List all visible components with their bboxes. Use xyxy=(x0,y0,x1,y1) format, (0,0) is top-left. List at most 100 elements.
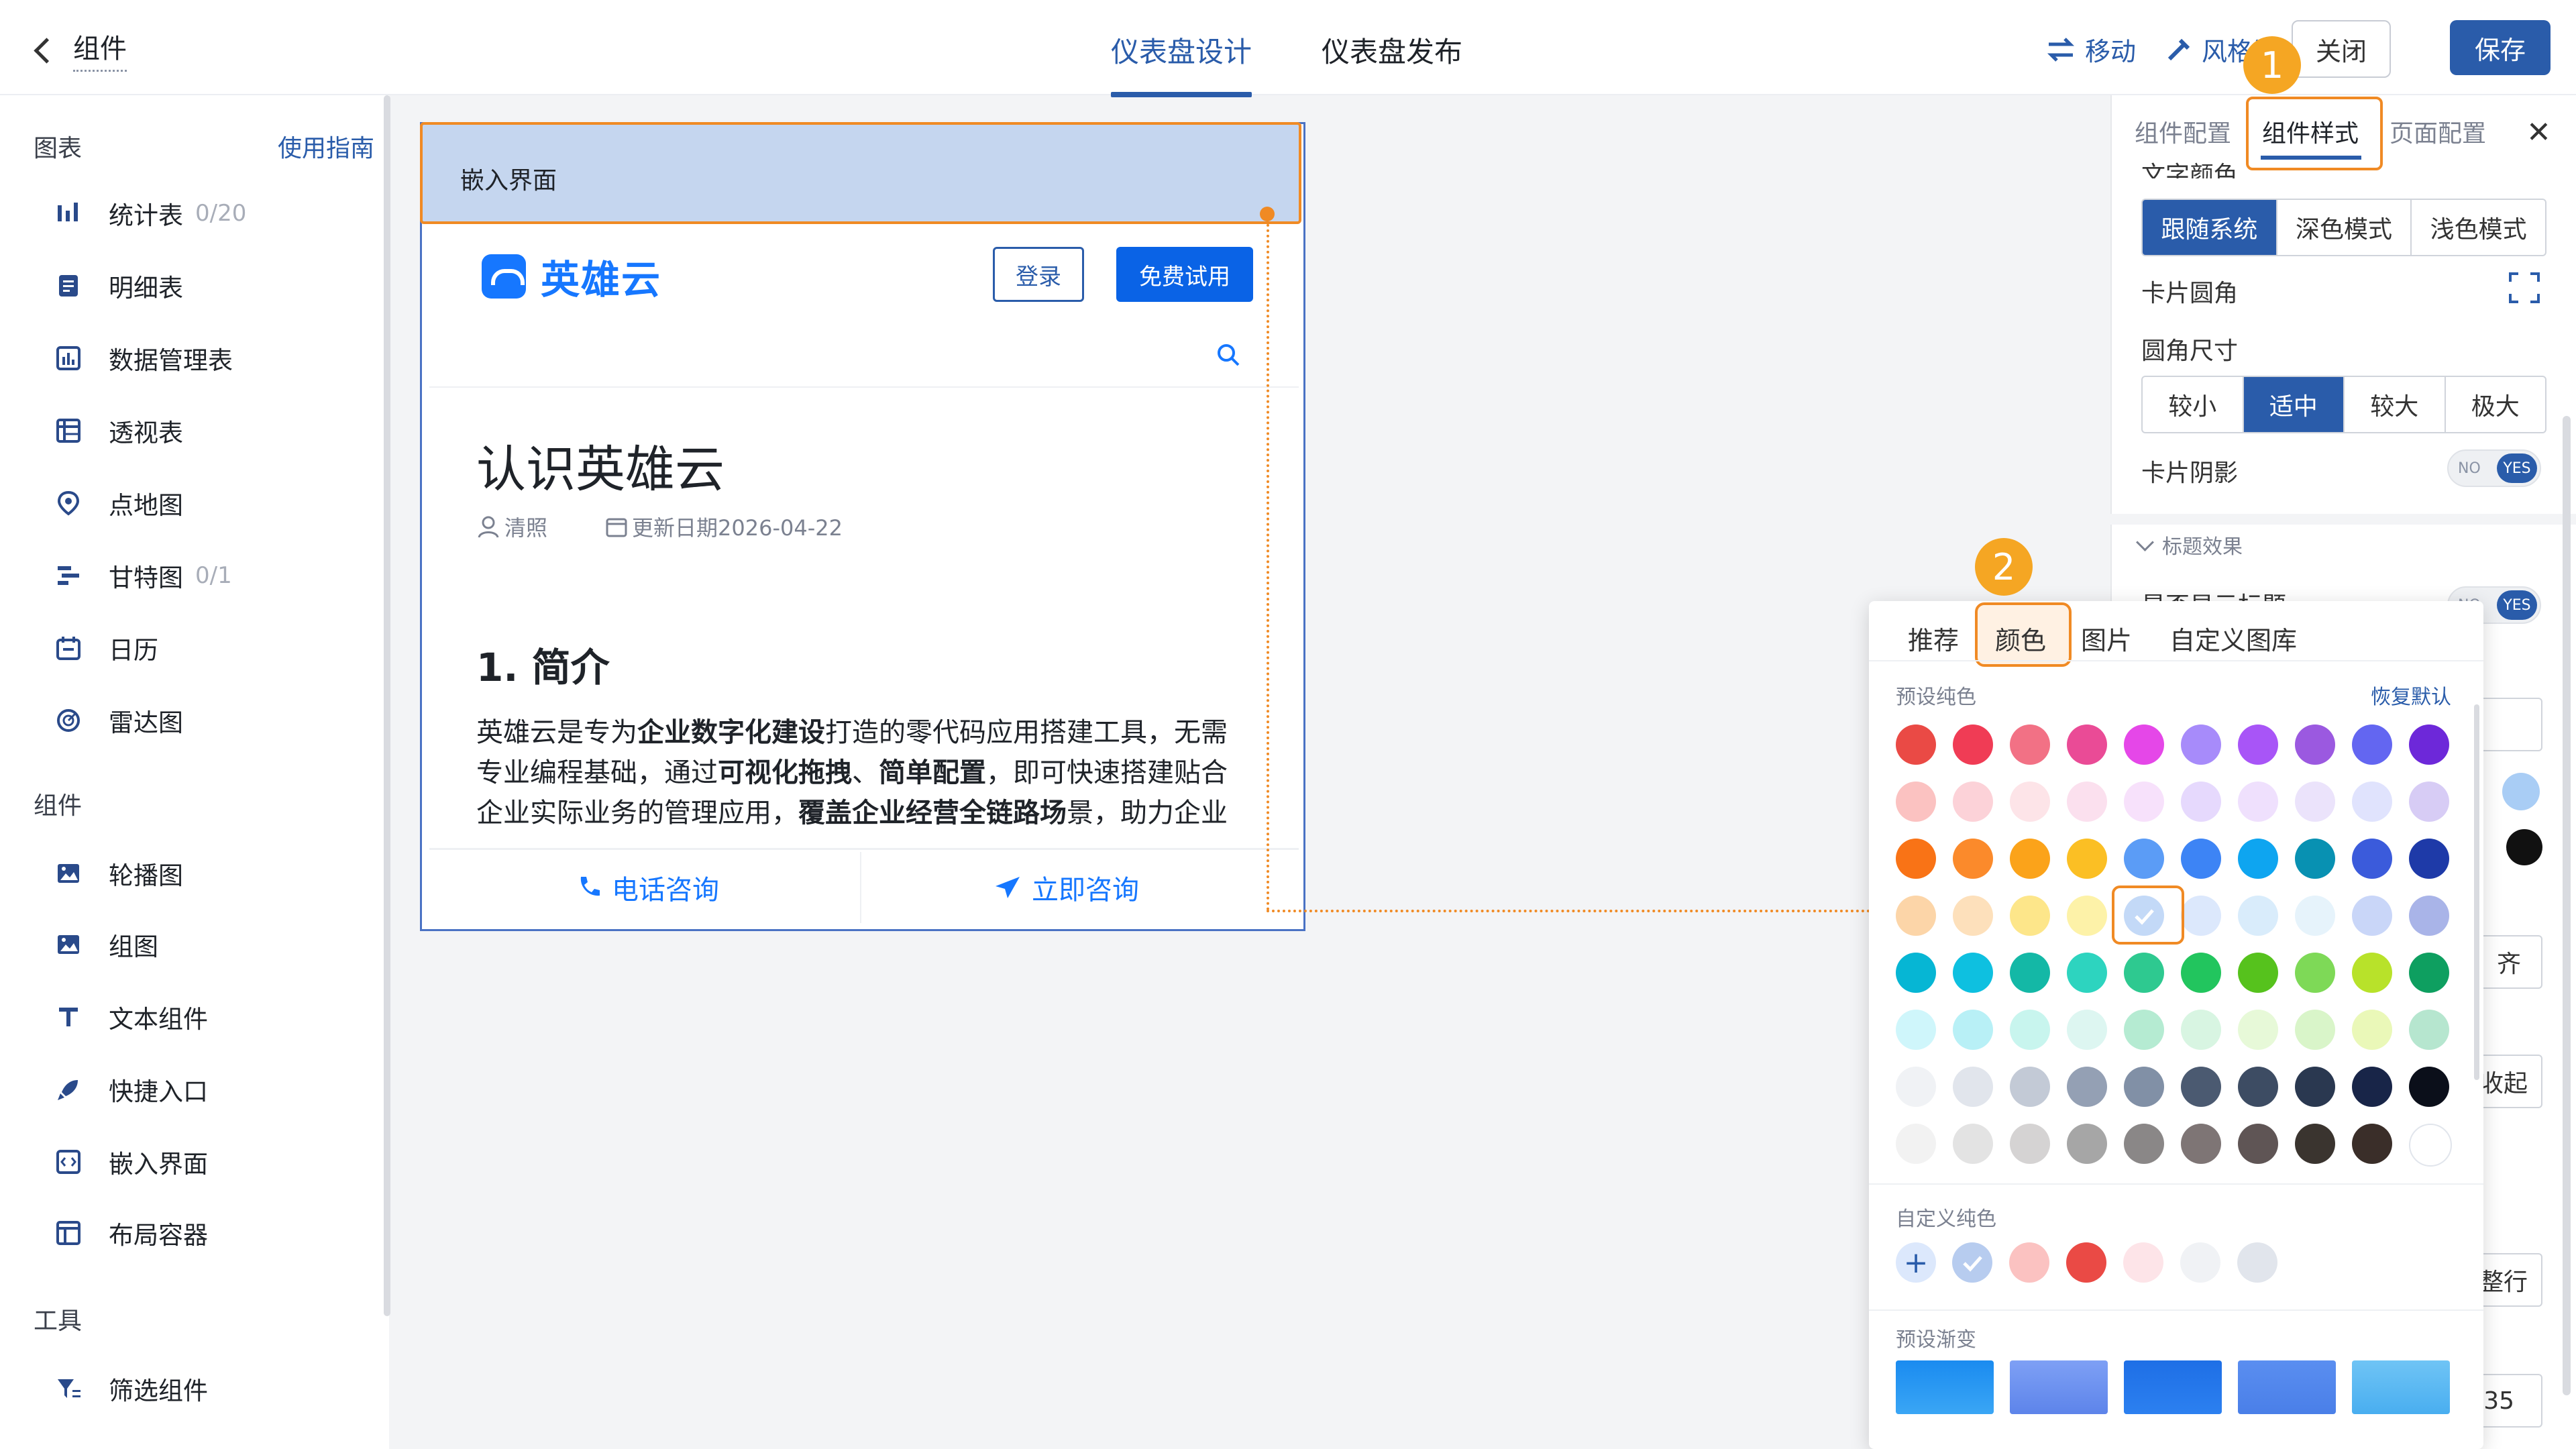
sidebar-item-pivot-table[interactable]: 透视表 xyxy=(55,411,183,451)
phone-consult-button[interactable]: 电话咨询 xyxy=(576,868,719,907)
color-swatch[interactable] xyxy=(2409,724,2449,765)
color-swatch[interactable] xyxy=(2124,724,2164,765)
color-swatch[interactable] xyxy=(2352,724,2392,765)
color-swatch[interactable] xyxy=(2238,1010,2278,1050)
color-swatch[interactable] xyxy=(1953,953,1993,993)
color-swatch[interactable] xyxy=(1896,839,1936,879)
color-swatch[interactable] xyxy=(1896,953,1936,993)
color-swatch[interactable] xyxy=(2067,1124,2107,1164)
sidebar-item-image-group[interactable]: 组图 xyxy=(55,924,158,965)
radius-medium[interactable]: 适中 xyxy=(2243,377,2345,432)
sidebar-item-point-map[interactable]: 点地图 xyxy=(55,483,183,523)
tab-color[interactable]: 颜色 xyxy=(1995,620,2046,657)
usage-guide-link[interactable]: 使用指南 xyxy=(278,129,374,164)
color-swatch[interactable] xyxy=(2181,896,2221,936)
tab-custom-gallery[interactable]: 自定义图库 xyxy=(2169,620,2297,657)
color-swatch[interactable] xyxy=(2409,896,2449,936)
color-swatch[interactable] xyxy=(2010,724,2050,765)
color-swatch[interactable] xyxy=(1896,724,1936,765)
popup-scrollbar[interactable] xyxy=(2474,704,2479,1080)
color-swatch[interactable] xyxy=(2067,953,2107,993)
color-swatch[interactable] xyxy=(2352,1124,2392,1164)
tab-page-config[interactable]: 页面配置 xyxy=(2390,114,2486,149)
sidebar-item-calendar[interactable]: 日历 xyxy=(55,628,158,668)
radius-small[interactable]: 较小 xyxy=(2143,377,2244,432)
sidebar-item-data-manage[interactable]: 数据管理表 xyxy=(55,338,233,378)
color-swatch[interactable] xyxy=(2010,896,2050,936)
close-icon[interactable]: ✕ xyxy=(2526,115,2551,150)
color-swatch[interactable] xyxy=(2352,839,2392,879)
sidebar-item-quick-entry[interactable]: 快捷入口 xyxy=(55,1069,208,1110)
color-swatch[interactable] xyxy=(2352,953,2392,993)
color-swatch[interactable] xyxy=(2409,1124,2452,1167)
color-swatch[interactable] xyxy=(2409,782,2449,822)
color-swatch[interactable] xyxy=(2067,896,2107,936)
color-swatch[interactable] xyxy=(2010,782,2050,822)
color-swatch[interactable] xyxy=(2181,724,2221,765)
sidebar-item-layout[interactable]: 布局容器 xyxy=(55,1213,208,1253)
sidebar-item-embed[interactable]: 嵌入界面 xyxy=(55,1142,208,1182)
color-swatch[interactable] xyxy=(2238,1124,2278,1164)
mode-light[interactable]: 浅色模式 xyxy=(2412,200,2545,255)
color-swatch[interactable] xyxy=(2238,724,2278,765)
color-swatch[interactable] xyxy=(2409,1067,2449,1107)
color-swatch[interactable] xyxy=(1896,782,1936,822)
color-swatch[interactable] xyxy=(2067,1067,2107,1107)
color-swatch[interactable] xyxy=(1896,1010,1936,1050)
color-swatch[interactable] xyxy=(2409,839,2449,879)
custom-color-swatch[interactable] xyxy=(1952,1242,1992,1283)
color-swatch[interactable] xyxy=(2238,782,2278,822)
color-swatch[interactable] xyxy=(2352,1067,2392,1107)
color-swatch[interactable] xyxy=(2295,1067,2335,1107)
sidebar-item-detail-table[interactable]: 明细表 xyxy=(55,266,183,306)
radius-large[interactable]: 较大 xyxy=(2345,377,2446,432)
color-swatch[interactable] xyxy=(2124,1010,2164,1050)
color-swatch[interactable] xyxy=(2181,1067,2221,1107)
color-swatch[interactable] xyxy=(2409,1010,2449,1050)
color-swatch[interactable] xyxy=(2295,1010,2335,1050)
custom-color-swatch[interactable] xyxy=(2009,1242,2049,1283)
consult-now-button[interactable]: 立即咨询 xyxy=(993,868,1139,907)
color-swatch[interactable] xyxy=(2409,953,2449,993)
color-swatch[interactable] xyxy=(1953,896,1993,936)
color-swatch[interactable] xyxy=(2181,1124,2221,1164)
sidebar-item-carousel[interactable]: 轮播图 xyxy=(55,853,183,894)
restore-default-link[interactable]: 恢复默认 xyxy=(2371,680,2451,710)
color-swatch[interactable] xyxy=(2238,953,2278,993)
add-color-button[interactable]: + xyxy=(1896,1242,1936,1283)
custom-color-swatch[interactable] xyxy=(2066,1242,2106,1283)
tab-dashboard-publish[interactable]: 仪表盘发布 xyxy=(1322,30,1462,70)
color-swatch[interactable] xyxy=(2067,1010,2107,1050)
color-swatch[interactable] xyxy=(2124,1067,2164,1107)
color-swatch[interactable] xyxy=(2181,839,2221,879)
card-shadow-toggle[interactable]: NO YES xyxy=(2447,449,2541,487)
move-button[interactable]: 移动 xyxy=(2046,31,2136,68)
color-swatch[interactable] xyxy=(2295,1124,2335,1164)
color-swatch[interactable] xyxy=(2181,953,2221,993)
color-swatch[interactable] xyxy=(2010,953,2050,993)
color-swatch[interactable] xyxy=(2124,1124,2164,1164)
close-button[interactable]: 关闭 xyxy=(2292,20,2391,78)
color-swatch[interactable] xyxy=(2067,724,2107,765)
color-dot-dark[interactable] xyxy=(2506,829,2542,865)
color-swatch[interactable] xyxy=(2352,1010,2392,1050)
back-button[interactable]: 组件 xyxy=(34,27,127,72)
search-icon[interactable] xyxy=(1216,342,1242,369)
color-dot-light[interactable] xyxy=(2502,773,2540,810)
mode-follow-system[interactable]: 跟随系统 xyxy=(2143,200,2277,255)
color-swatch[interactable] xyxy=(2067,782,2107,822)
gradient-swatch[interactable] xyxy=(2238,1360,2336,1414)
title-effect-header[interactable]: 标题效果 xyxy=(2136,530,2243,559)
color-swatch[interactable] xyxy=(1896,1067,1936,1107)
color-swatch[interactable] xyxy=(2010,1010,2050,1050)
color-swatch[interactable] xyxy=(2352,896,2392,936)
color-swatch[interactable] xyxy=(1896,1124,1936,1164)
color-swatch[interactable] xyxy=(2295,953,2335,993)
color-swatch[interactable] xyxy=(2010,1067,2050,1107)
color-swatch[interactable] xyxy=(2238,896,2278,936)
color-swatch[interactable] xyxy=(1953,1124,1993,1164)
sidebar-item-radar[interactable]: 雷达图 xyxy=(55,700,183,741)
free-trial-button[interactable]: 免费试用 xyxy=(1116,247,1253,302)
color-swatch[interactable] xyxy=(1896,896,1936,936)
gradient-swatch[interactable] xyxy=(2010,1360,2108,1414)
